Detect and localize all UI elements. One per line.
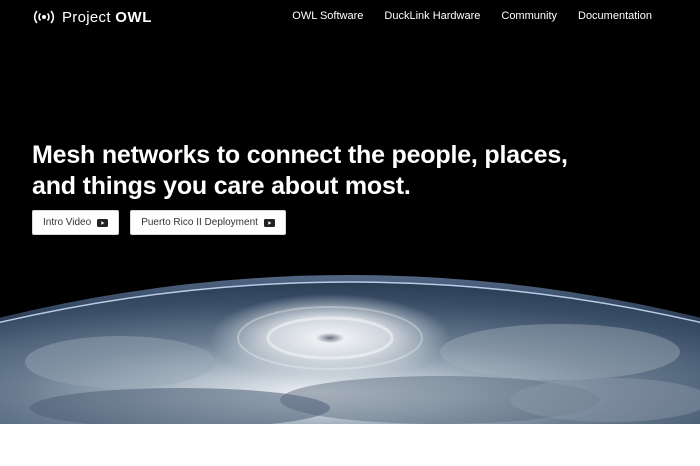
puerto-rico-deployment-label: Puerto Rico II Deployment	[141, 217, 258, 228]
nav-item-community[interactable]: Community	[501, 10, 557, 22]
brand-logo[interactable]: Project OWL	[32, 7, 152, 27]
intro-video-button[interactable]: Intro Video	[32, 210, 120, 235]
nav-item-documentation[interactable]: Documentation	[578, 10, 652, 22]
brand-name: Project OWL	[62, 9, 152, 26]
radio-signal-icon	[33, 10, 55, 24]
brand-name-bold: OWL	[115, 8, 153, 26]
puerto-rico-deployment-button[interactable]: Puerto Rico II Deployment	[130, 210, 286, 235]
hero-buttons: Intro Video Puerto Rico II Deployment	[32, 210, 286, 235]
brand-name-light: Project	[62, 8, 111, 26]
intro-video-label: Intro Video	[43, 217, 92, 228]
video-play-icon	[263, 218, 275, 227]
page-content-area	[0, 424, 700, 466]
earth-hurricane-image	[0, 275, 700, 424]
nav-item-ducklink-hardware[interactable]: DuckLink Hardware	[384, 10, 480, 22]
hero-section: Project OWL OWL Software DuckLink Hardwa…	[0, 0, 700, 424]
top-navigation-bar: Project OWL OWL Software DuckLink Hardwa…	[0, 0, 700, 34]
main-nav: OWL Software DuckLink Hardware Community…	[292, 10, 652, 22]
video-play-icon	[97, 218, 109, 227]
hero-headline: Mesh networks to connect the people, pla…	[32, 141, 568, 200]
nav-item-owl-software[interactable]: OWL Software	[292, 10, 363, 22]
